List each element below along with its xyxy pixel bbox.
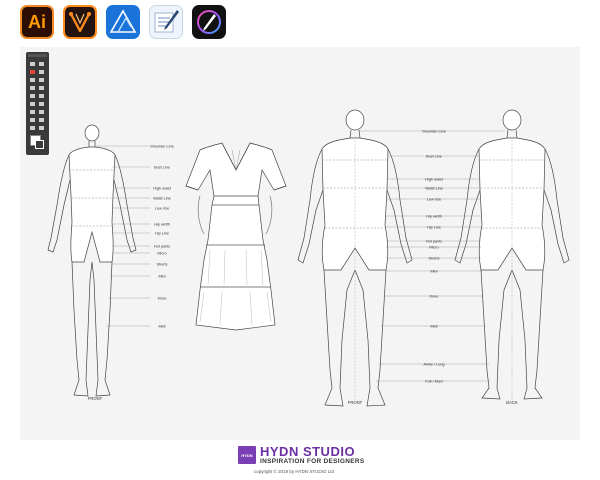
large-back-view-label: BACK [506,400,518,405]
croquis-large-back [454,109,570,400]
small-label-micro: Micro [157,252,166,256]
small-label-hot-pants: Hot pants [154,245,170,249]
small-label-knee: Knee [158,297,167,301]
brand-name: HYDN STUDIO [260,444,356,459]
large-label-waist: Waist Line [425,187,443,191]
large-label-ankle: Ankle / Long [423,363,444,367]
croquis-small-front [47,124,137,397]
croquis-artwork: Shoulder Line Bust Line High waist Waist… [47,109,570,407]
large-label-bust: Bust Line [426,155,442,159]
small-label-high-waist: High waist [153,187,171,191]
small-label-shoulder: Shoulder Line [150,145,173,149]
large-label-knee: Knee [430,295,439,299]
small-figure-view-label: FRONT [88,396,103,401]
small-label-midi: Midi [159,325,166,329]
brand-tagline: INSPIRATION FOR DESIGNERS [260,458,365,465]
large-label-maxi: Full / Maxi [425,380,442,384]
large-label-mini: Mini [431,270,438,274]
large-label-high-waist: High waist [425,178,443,182]
large-front-view-label: FRONT [348,400,363,405]
small-label-bust: Bust Line [154,166,170,170]
large-label-midi: Midi [431,325,438,329]
large-label-shoulder: Shoulder Line [422,130,445,134]
tiered-dress-illustration [185,142,287,331]
large-label-hip-line: Hip Line [427,226,441,230]
footer-branding: HYDN HYDN STUDIO INSPIRATION FOR DESIGNE… [238,445,378,477]
small-label-mini: Mini [159,275,166,279]
small-label-hip-width: Hip width [154,223,170,227]
large-label-hip-width: Hip width [426,215,442,219]
large-label-shorts: Shorts [429,257,440,261]
small-label-waist: Waist Line [153,197,171,201]
large-label-micro: Micro [429,246,438,250]
hydn-logo: HYDN [238,446,256,464]
large-label-low-rise: Low rise [427,198,441,202]
small-label-low-rise: Low rise [155,207,169,211]
hydn-logo-text: HYDN [241,452,253,458]
small-label-shorts: Shorts [157,263,168,267]
large-label-hot-pants: Hot pants [426,240,442,244]
small-label-hip-line: Hip Line [155,232,169,236]
copyright-text: copyright © 2019 by HYDN STUDIO Ltd [254,469,334,474]
